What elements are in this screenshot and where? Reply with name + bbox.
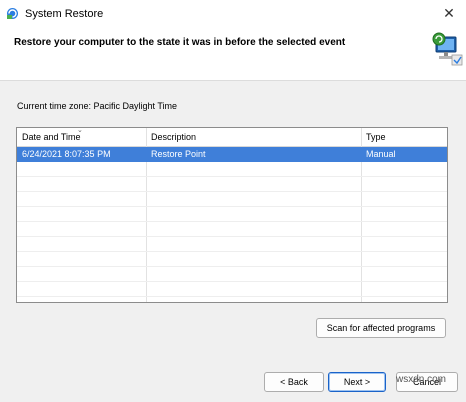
scan-affected-programs-button[interactable]: Scan for affected programs (316, 318, 446, 338)
next-button[interactable]: Next > (328, 372, 386, 392)
system-restore-computer-icon (432, 32, 463, 66)
table-row-selected[interactable]: 6/24/2021 8:07:35 PM Restore Point Manua… (17, 147, 447, 162)
window-title: System Restore (25, 8, 104, 20)
empty-row (17, 237, 447, 252)
system-restore-app-icon (7, 8, 18, 19)
empty-row (17, 282, 447, 297)
list-header: ⌄ Date and Time Description Type (17, 128, 447, 147)
wizard-header: Restore your computer to the state it wa… (0, 28, 466, 81)
back-button[interactable]: < Back (264, 372, 324, 392)
page-heading: Restore your computer to the state it wa… (14, 37, 346, 48)
empty-row (17, 192, 447, 207)
empty-row (17, 207, 447, 222)
empty-row (17, 177, 447, 192)
column-header-description[interactable]: Description (151, 132, 196, 142)
close-button[interactable]: ✕ (436, 2, 462, 24)
empty-row (17, 162, 447, 177)
empty-row (17, 222, 447, 237)
watermark-text: wsxdn.com (396, 374, 447, 385)
restore-point-list[interactable]: ⌄ Date and Time Description Type 6/24/20… (16, 127, 448, 303)
empty-row (17, 252, 447, 267)
column-header-type[interactable]: Type (366, 132, 386, 142)
time-zone-label: Current time zone: Pacific Daylight Time (17, 101, 178, 111)
cell-description: Restore Point (151, 149, 206, 159)
system-restore-window: System Restore ✕ Restore your computer t… (0, 0, 466, 402)
title-bar: System Restore ✕ (0, 0, 466, 28)
cell-date-time: 6/24/2021 8:07:35 PM (22, 149, 111, 159)
column-header-date-time[interactable]: Date and Time (22, 132, 81, 142)
cell-type: Manual (366, 149, 396, 159)
close-icon: ✕ (443, 4, 455, 21)
empty-row (17, 267, 447, 282)
